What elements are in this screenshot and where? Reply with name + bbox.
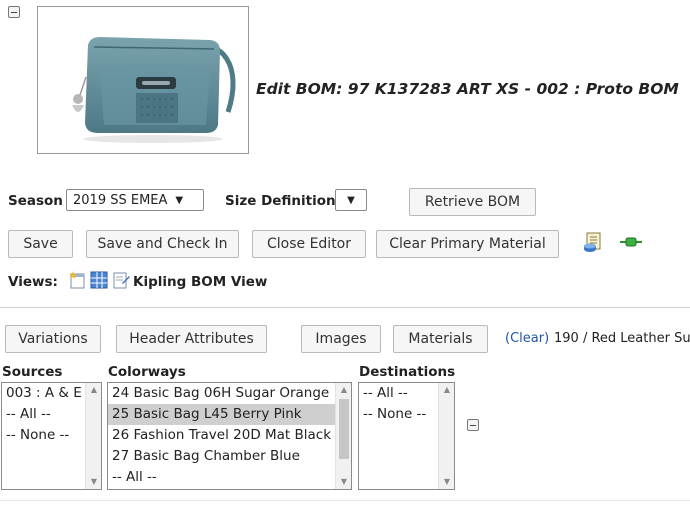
divider xyxy=(0,500,690,501)
save-and-check-in-button[interactable]: Save and Check In xyxy=(86,230,239,258)
clear-material-link[interactable]: (Clear) xyxy=(505,331,549,346)
size-definition-select[interactable]: ▼ xyxy=(335,189,367,211)
chevron-down-icon: ▼ xyxy=(347,194,355,206)
views-label: Views: xyxy=(8,274,58,290)
sources-header: Sources xyxy=(2,364,63,380)
colorways-header: Colorways xyxy=(108,364,186,380)
season-select-value: 2019 SS EMEA xyxy=(73,192,168,208)
season-label: Season xyxy=(8,193,63,209)
tab-materials[interactable]: Materials xyxy=(393,325,488,353)
scroll-up-icon[interactable]: ▲ xyxy=(336,383,351,397)
size-definition-label: Size Definition xyxy=(225,193,336,209)
current-view-name: Kipling BOM View xyxy=(133,274,268,290)
scrollbar[interactable]: ▲ ▼ xyxy=(335,383,351,489)
tab-header-attributes[interactable]: Header Attributes xyxy=(116,325,267,353)
selected-material-text: 190 / Red Leather Su xyxy=(554,331,690,346)
scroll-up-icon[interactable]: ▲ xyxy=(439,383,454,397)
collapse-header-toggle[interactable] xyxy=(8,6,20,18)
collapse-filters-toggle[interactable] xyxy=(467,419,479,431)
product-thumbnail xyxy=(37,6,249,154)
list-item-selected[interactable]: 25 Basic Bag L45 Berry Pink xyxy=(108,404,335,425)
list-item[interactable]: 27 Basic Bag Chamber Blue xyxy=(108,446,351,467)
sources-listbox[interactable]: 003 : A & E -- All -- -- None -- ▲ ▼ xyxy=(1,382,102,490)
scroll-down-icon[interactable]: ▼ xyxy=(86,475,101,489)
retrieve-bom-button[interactable]: Retrieve BOM xyxy=(409,188,536,216)
chevron-down-icon: ▼ xyxy=(175,194,184,206)
list-item[interactable]: 24 Basic Bag 06H Sugar Orange xyxy=(108,383,351,404)
scrollbar[interactable]: ▲ ▼ xyxy=(438,383,454,489)
divider xyxy=(0,307,690,308)
clear-primary-material-button[interactable]: Clear Primary Material xyxy=(376,230,559,258)
list-item[interactable]: -- All -- xyxy=(108,467,351,488)
scrollbar-thumb[interactable] xyxy=(339,399,349,459)
scroll-down-icon[interactable]: ▼ xyxy=(336,475,351,489)
season-select[interactable]: 2019 SS EMEA ▼ xyxy=(66,189,204,211)
list-item[interactable]: 26 Fashion Travel 20D Mat Black xyxy=(108,425,351,446)
tab-images[interactable]: Images xyxy=(301,325,381,353)
scroll-up-icon[interactable]: ▲ xyxy=(86,383,101,397)
close-editor-button[interactable]: Close Editor xyxy=(252,230,366,258)
destinations-listbox[interactable]: -- All -- -- None -- ▲ ▼ xyxy=(358,382,455,490)
scroll-down-icon[interactable]: ▼ xyxy=(439,475,454,489)
scrollbar[interactable]: ▲ ▼ xyxy=(85,383,101,489)
link-icon[interactable] xyxy=(620,236,642,248)
destinations-header: Destinations xyxy=(359,364,456,380)
new-view-icon[interactable] xyxy=(68,271,86,289)
page-title: Edit BOM: 97 K137283 ART XS - 002 : Prot… xyxy=(256,80,679,98)
save-button[interactable]: Save xyxy=(8,230,73,258)
edit-view-icon[interactable] xyxy=(112,271,130,289)
colorways-listbox[interactable]: 24 Basic Bag 06H Sugar Orange 25 Basic B… xyxy=(107,382,352,490)
tab-variations[interactable]: Variations xyxy=(5,325,101,353)
table-view-icon[interactable] xyxy=(90,271,108,289)
report-icon[interactable] xyxy=(583,232,603,254)
